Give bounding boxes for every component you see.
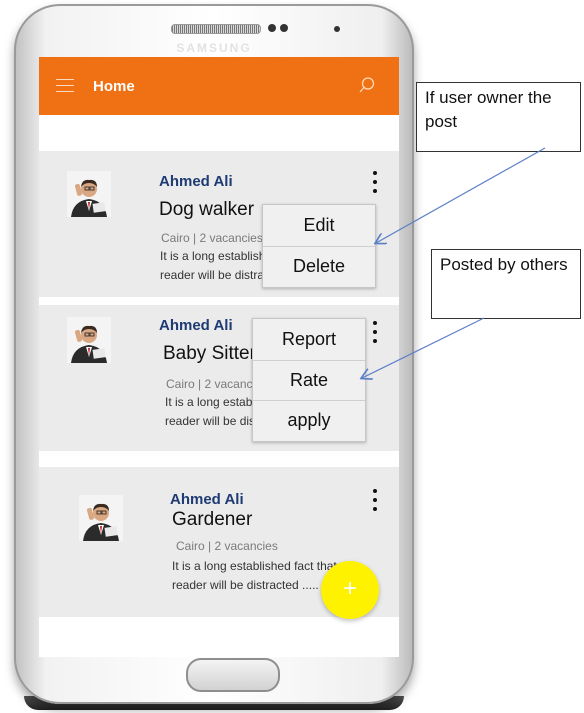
owner-arrow [376, 147, 546, 243]
annotation-arrows [0, 147, 546, 713]
others-arrow [362, 317, 485, 378]
